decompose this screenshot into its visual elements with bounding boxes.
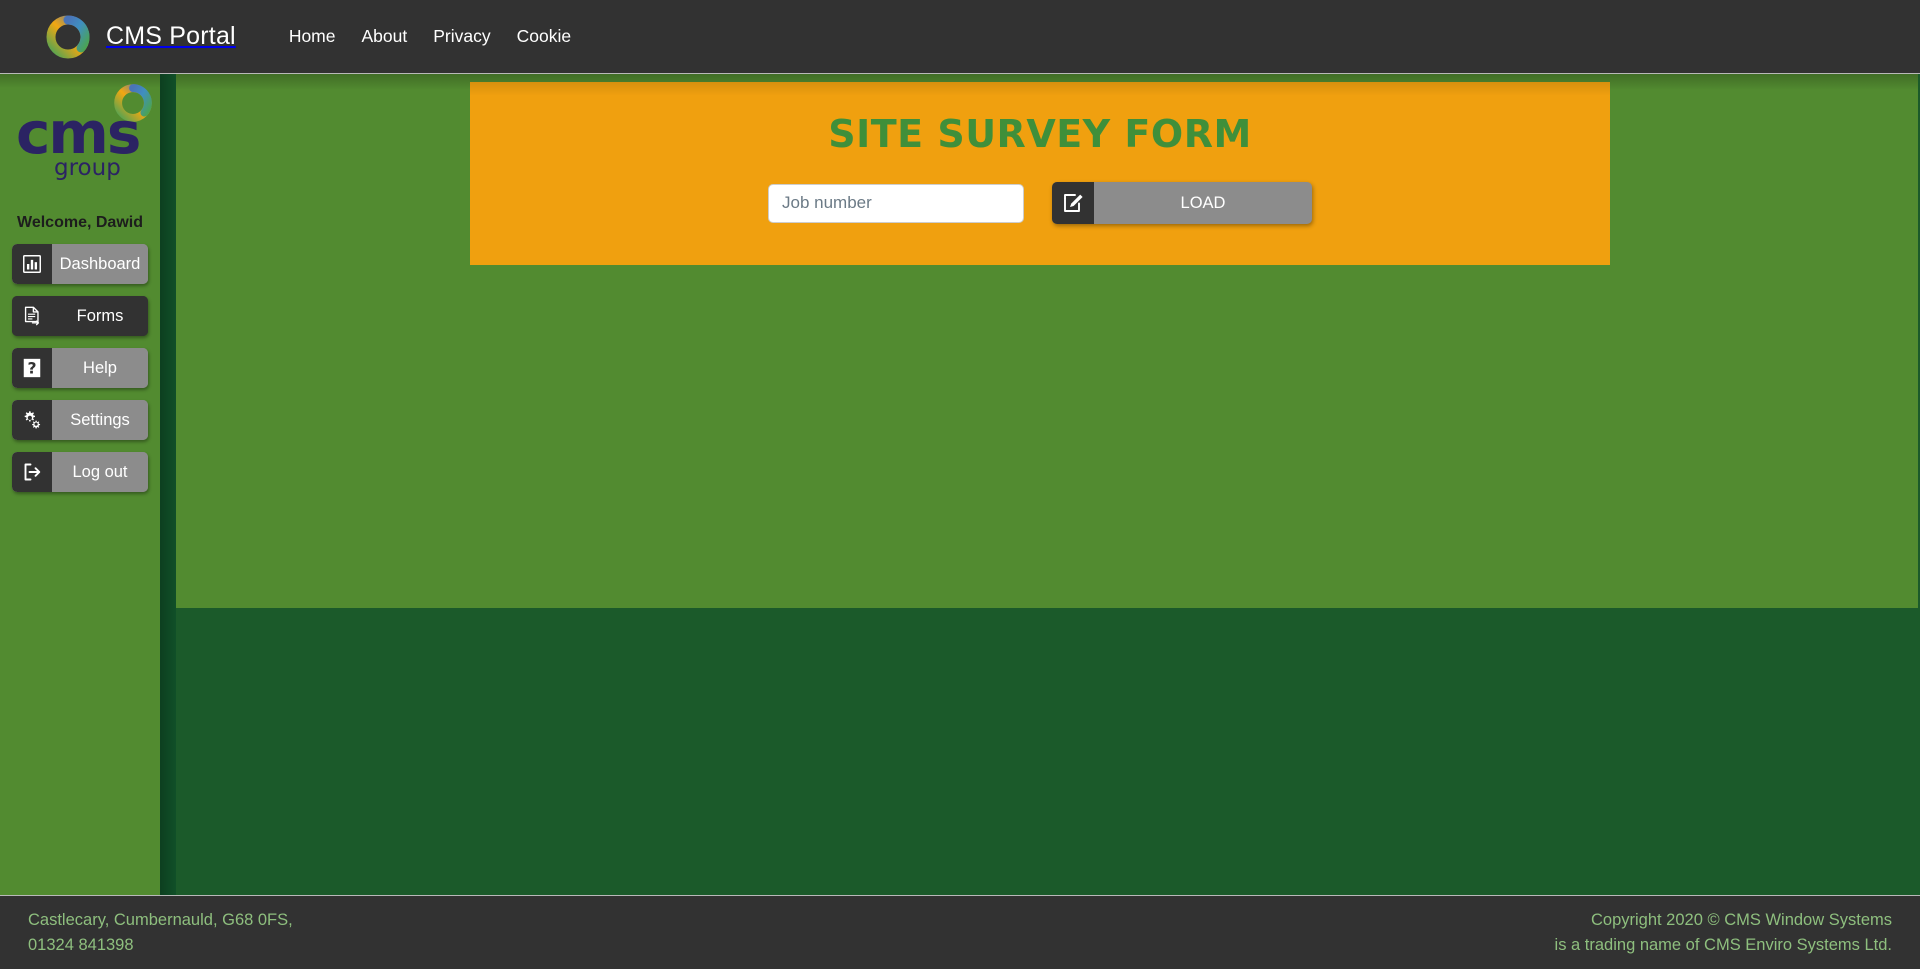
load-button-label: LOAD [1180, 194, 1226, 212]
sidebar-item-label: Forms [52, 296, 148, 336]
document-arrow-icon [12, 296, 52, 336]
sidebar-logo-wordmark: cms [16, 99, 141, 167]
job-number-input[interactable] [768, 183, 1024, 223]
sidebar-item-forms[interactable]: Forms [12, 296, 148, 336]
question-mark-icon: ? [12, 348, 52, 388]
nav-link-privacy[interactable]: Privacy [420, 26, 503, 47]
footer-copyright: Copyright 2020 © CMS Window Systems is a… [1555, 908, 1892, 958]
footer-address: Castlecary, Cumbernauld, G68 0FS, 01324 … [28, 908, 293, 958]
logout-arrow-icon [12, 452, 52, 492]
site-survey-panel: SITE SURVEY FORM LOAD [470, 82, 1610, 265]
sidebar-item-logout[interactable]: Log out [12, 452, 148, 492]
sidebar-item-dashboard[interactable]: Dashboard [12, 244, 148, 284]
footer-copyright-line2: is a trading name of CMS Enviro Systems … [1554, 935, 1892, 954]
sidebar-logo: cms ™ group [0, 74, 160, 202]
cms-ring-logo-icon [44, 13, 92, 61]
page-body: cms ™ group Welcome, Dawid Dashboard For… [0, 74, 1920, 895]
sidebar-item-label: Settings [52, 400, 148, 440]
footer-address-line1: Castlecary, Cumbernauld, G68 0FS, [28, 910, 293, 929]
brand-title: CMS Portal [106, 22, 236, 50]
top-navbar: CMS Portal Home About Privacy Cookie [0, 0, 1920, 74]
sidebar-item-help[interactable]: ? Help [12, 348, 148, 388]
edit-square-pencil-icon [1052, 182, 1094, 224]
main-content: SITE SURVEY FORM LOAD [176, 74, 1918, 608]
sidebar-item-label: Dashboard [52, 244, 148, 284]
brand-link[interactable]: CMS Portal [44, 13, 236, 61]
nav-link-home[interactable]: Home [276, 26, 349, 47]
sidebar-divider [160, 74, 176, 895]
sidebar-logo-trademark: ™ [128, 136, 137, 146]
sidebar-item-label: Help [52, 348, 148, 388]
footer-copyright-line1: Copyright 2020 © CMS Window Systems [1590, 910, 1892, 929]
load-button[interactable]: LOAD [1052, 182, 1312, 224]
sidebar-logo-subtitle: group [54, 155, 121, 181]
page-title: SITE SURVEY FORM [828, 112, 1252, 156]
sidebar-item-label: Log out [52, 452, 148, 492]
primary-nav: Home About Privacy Cookie [276, 26, 584, 47]
welcome-message: Welcome, Dawid [17, 214, 143, 231]
nav-link-about[interactable]: About [349, 26, 421, 47]
sidebar-nav-list: Dashboard Forms ? Help Settings Log out [0, 244, 160, 492]
nav-link-cookie[interactable]: Cookie [504, 26, 584, 47]
footer-phone: 01324 841398 [28, 935, 134, 954]
gears-icon [12, 400, 52, 440]
job-load-row: LOAD [470, 182, 1610, 224]
page-footer: Castlecary, Cumbernauld, G68 0FS, 01324 … [0, 895, 1920, 969]
svg-text:?: ? [27, 360, 36, 378]
sidebar: cms ™ group Welcome, Dawid Dashboard For… [0, 74, 160, 895]
bar-chart-icon [12, 244, 52, 284]
sidebar-item-settings[interactable]: Settings [12, 400, 148, 440]
